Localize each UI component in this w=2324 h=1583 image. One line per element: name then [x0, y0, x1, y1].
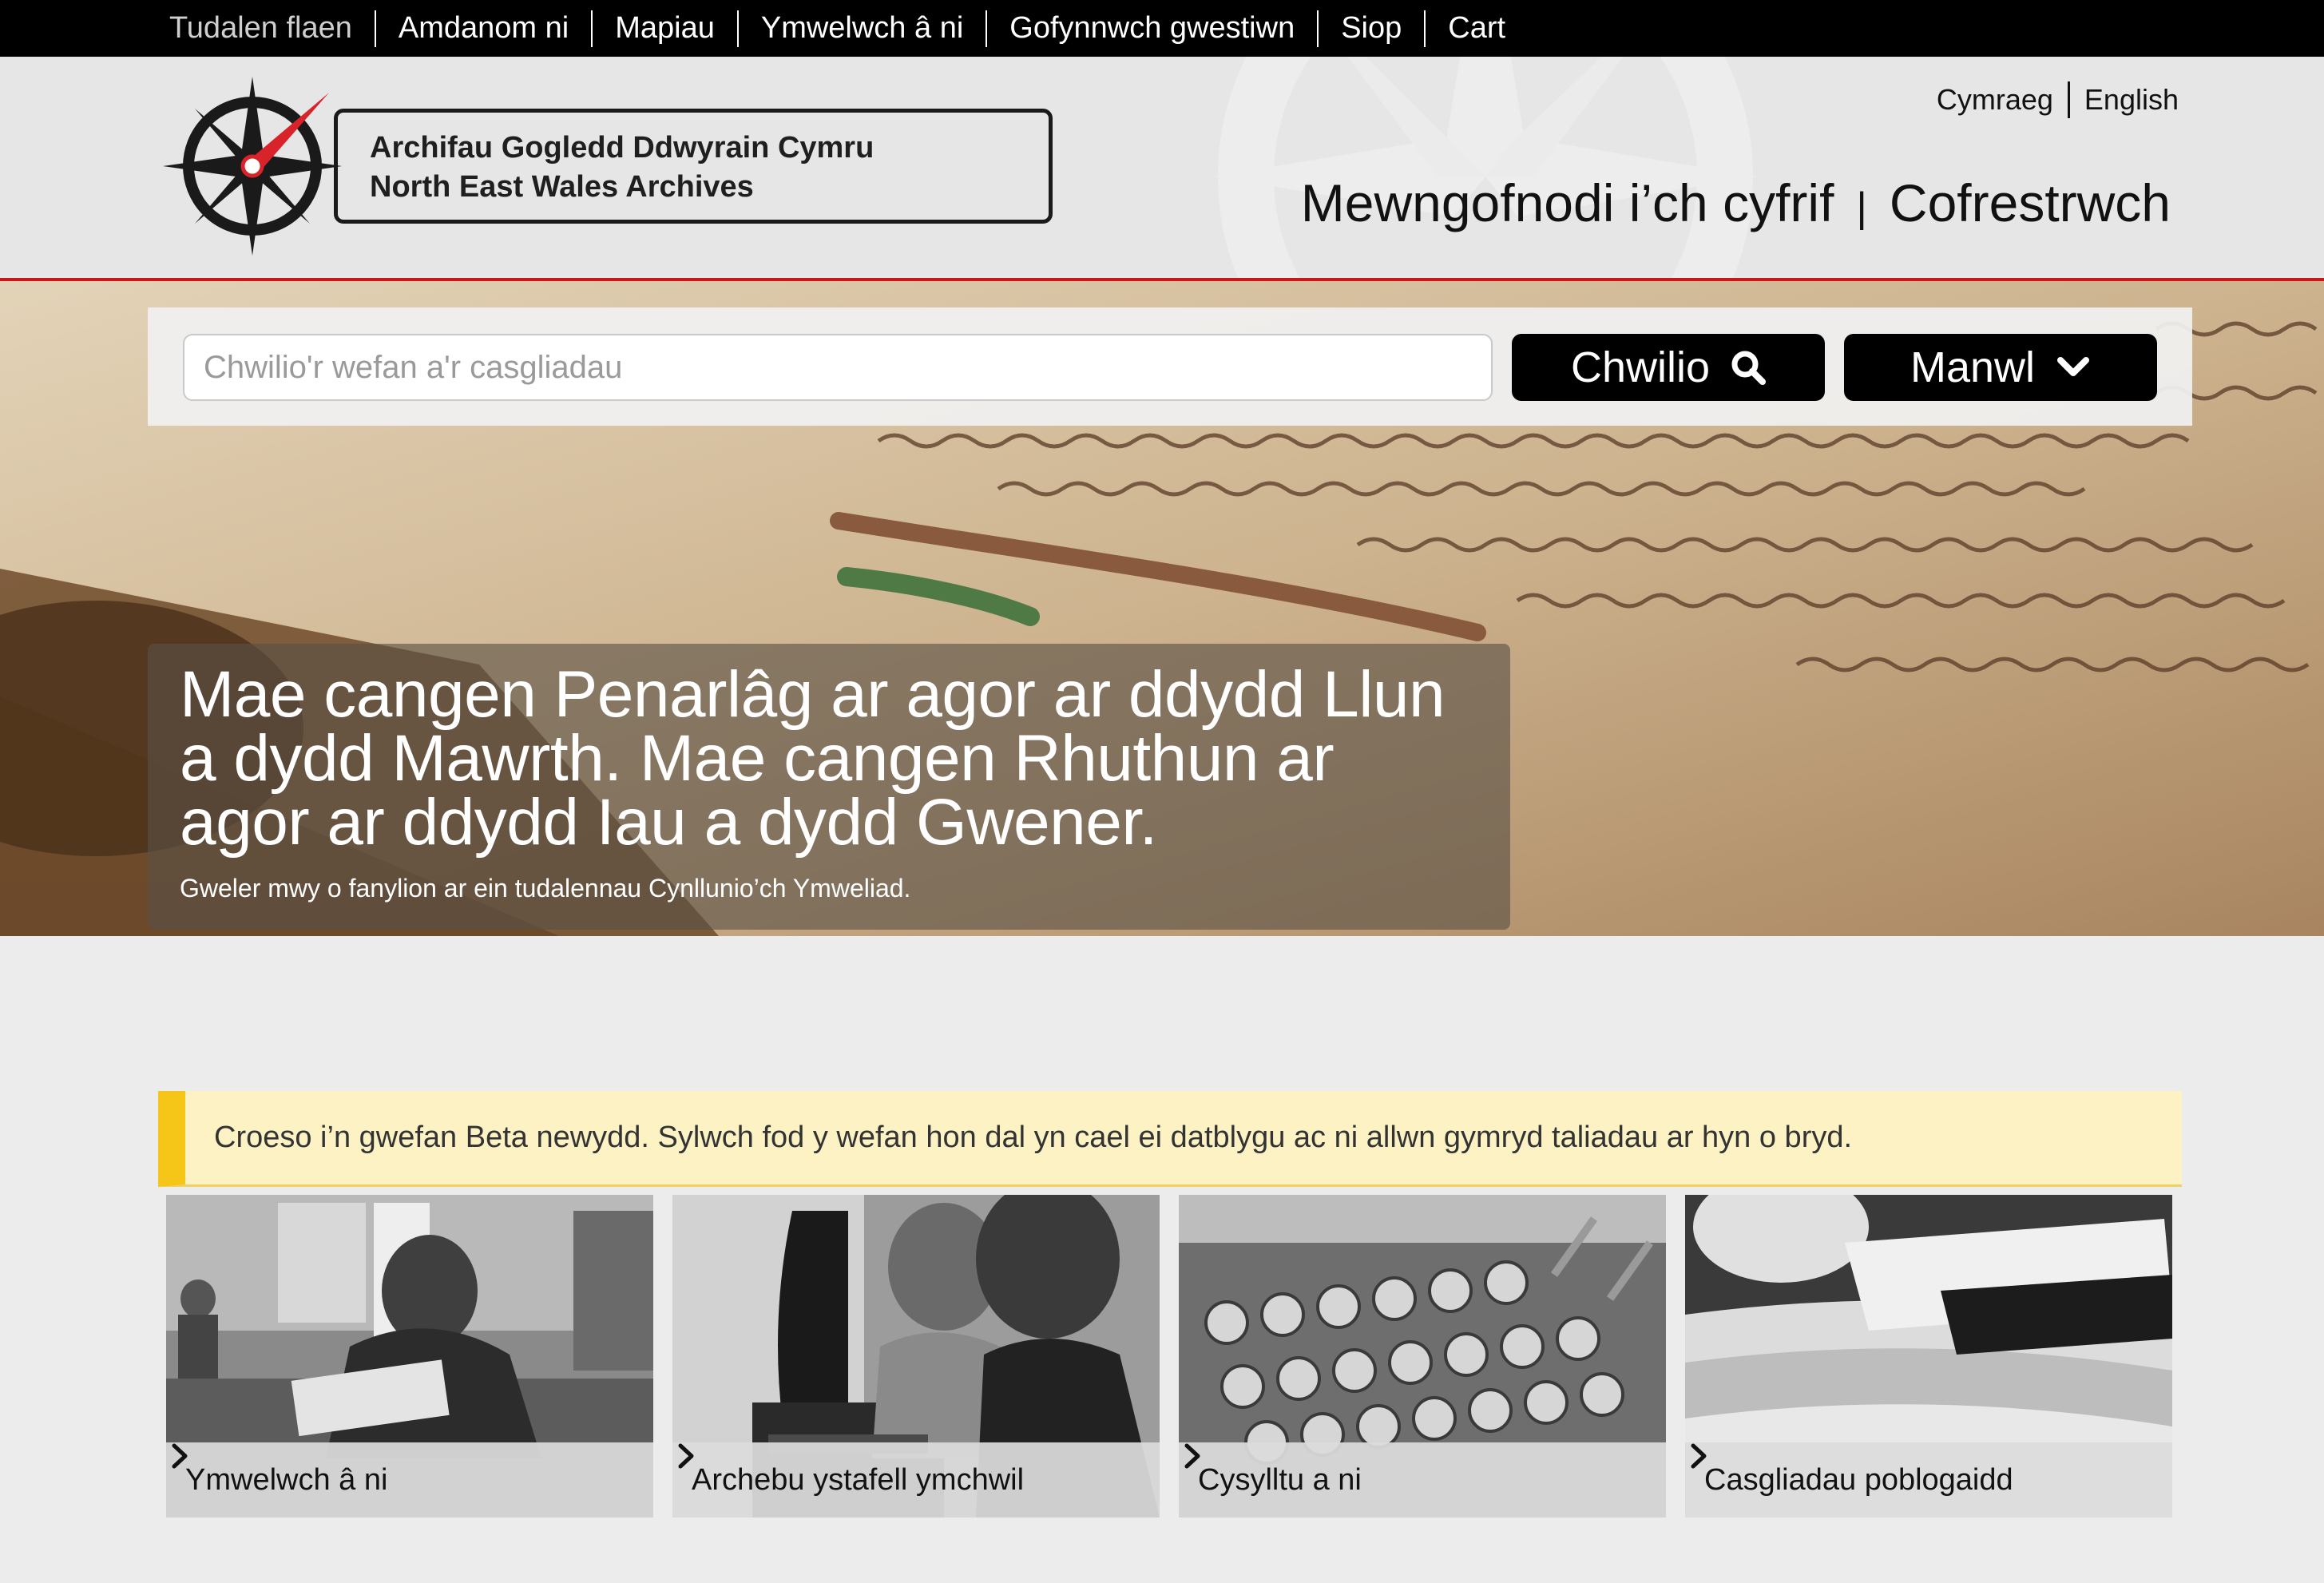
logo-frame: Archifau Gogledd Ddwyrain Cymru North Ea… — [334, 109, 1053, 224]
site-logo[interactable]: Archifau Gogledd Ddwyrain Cymru North Ea… — [163, 77, 1053, 256]
login-link[interactable]: Mewngofnodi i’ch cyfrif — [1301, 173, 1834, 233]
compass-logo-icon — [163, 77, 342, 256]
nav-visit[interactable]: Ymwelwch â ni — [739, 0, 986, 57]
advanced-search-label: Manwl — [1910, 343, 2036, 391]
search-input[interactable] — [183, 334, 1493, 401]
site-header: Archifau Gogledd Ddwyrain Cymru North Ea… — [0, 57, 2324, 279]
hero-headline: Mae cangen Penarlâg ar agor ar ddydd Llu… — [180, 658, 1446, 859]
register-link[interactable]: Cofrestrwch — [1890, 173, 2171, 233]
card-book-research-room[interactable]: Archebu ystafell ymchwil — [672, 1195, 1160, 1518]
hero-banner: Chwilio Manwl Mae cangen Penarlâg ar ago… — [0, 281, 2324, 936]
card-title: Ymwelwch â ni — [185, 1462, 388, 1497]
card-title: Archebu ystafell ymchwil — [692, 1462, 1025, 1497]
card-title: Cysylltu a ni — [1198, 1462, 1362, 1497]
top-navigation: Tudalen flaen Amdanom ni Mapiau Ymwelwch… — [0, 0, 2324, 57]
chevron-right-icon — [1184, 1443, 1200, 1469]
chevron-right-icon — [172, 1443, 188, 1469]
card-contact-us[interactable]: Cysylltu a ni — [1179, 1195, 1666, 1518]
card-label: Ymwelwch â ni — [166, 1442, 653, 1518]
card-label: Casgliadau poblogaidd — [1685, 1442, 2172, 1518]
nav-home[interactable]: Tudalen flaen — [157, 0, 375, 57]
search-icon — [1731, 351, 1767, 385]
beta-notice-banner: Croeso i’n gwefan Beta newydd. Sylwch fo… — [158, 1091, 2182, 1187]
nav-shop[interactable]: Siop — [1319, 0, 1424, 57]
lang-welsh-link[interactable]: Cymraeg — [1922, 83, 2068, 117]
card-label: Cysylltu a ni — [1179, 1442, 1666, 1518]
chevron-right-icon — [678, 1443, 694, 1469]
logo-title-english: North East Wales Archives — [370, 170, 754, 204]
card-label: Archebu ystafell ymchwil — [672, 1442, 1160, 1518]
nav-ask-question[interactable]: Gofynnwch gwestiwn — [987, 0, 1317, 57]
card-title: Casgliadau poblogaidd — [1704, 1462, 2013, 1497]
account-links: Mewngofnodi i’ch cyfrif | Cofrestrwch — [1301, 173, 2171, 233]
nav-cart[interactable]: Cart — [1426, 0, 1528, 57]
chevron-down-icon — [2057, 357, 2090, 376]
advanced-search-button[interactable]: Manwl — [1844, 334, 2157, 401]
card-popular-collections[interactable]: Casgliadau poblogaidd — [1685, 1195, 2172, 1518]
beta-notice-text: Croeso i’n gwefan Beta newydd. Sylwch fo… — [214, 1121, 1853, 1154]
search-button-label: Chwilio — [1570, 343, 1711, 391]
language-switcher: Cymraeg English — [1922, 81, 2179, 118]
chevron-right-icon — [1691, 1443, 1707, 1469]
hero-subtext: Gweler mwy o fanylion ar ein tudalennau … — [180, 874, 911, 903]
logo-title-welsh: Archifau Gogledd Ddwyrain Cymru — [370, 131, 874, 165]
search-panel: Chwilio Manwl — [148, 307, 2192, 426]
compass-watermark-icon — [1214, 57, 1757, 279]
search-button[interactable]: Chwilio — [1512, 334, 1825, 401]
nav-maps[interactable]: Mapiau — [593, 0, 737, 57]
lang-english-link[interactable]: English — [2070, 83, 2179, 117]
nav-about[interactable]: Amdanom ni — [376, 0, 591, 57]
account-separator: | — [1856, 184, 1867, 231]
card-visit-us[interactable]: Ymwelwch â ni — [166, 1195, 653, 1518]
opening-hours-notice: Mae cangen Penarlâg ar agor ar ddydd Llu… — [148, 644, 1510, 930]
